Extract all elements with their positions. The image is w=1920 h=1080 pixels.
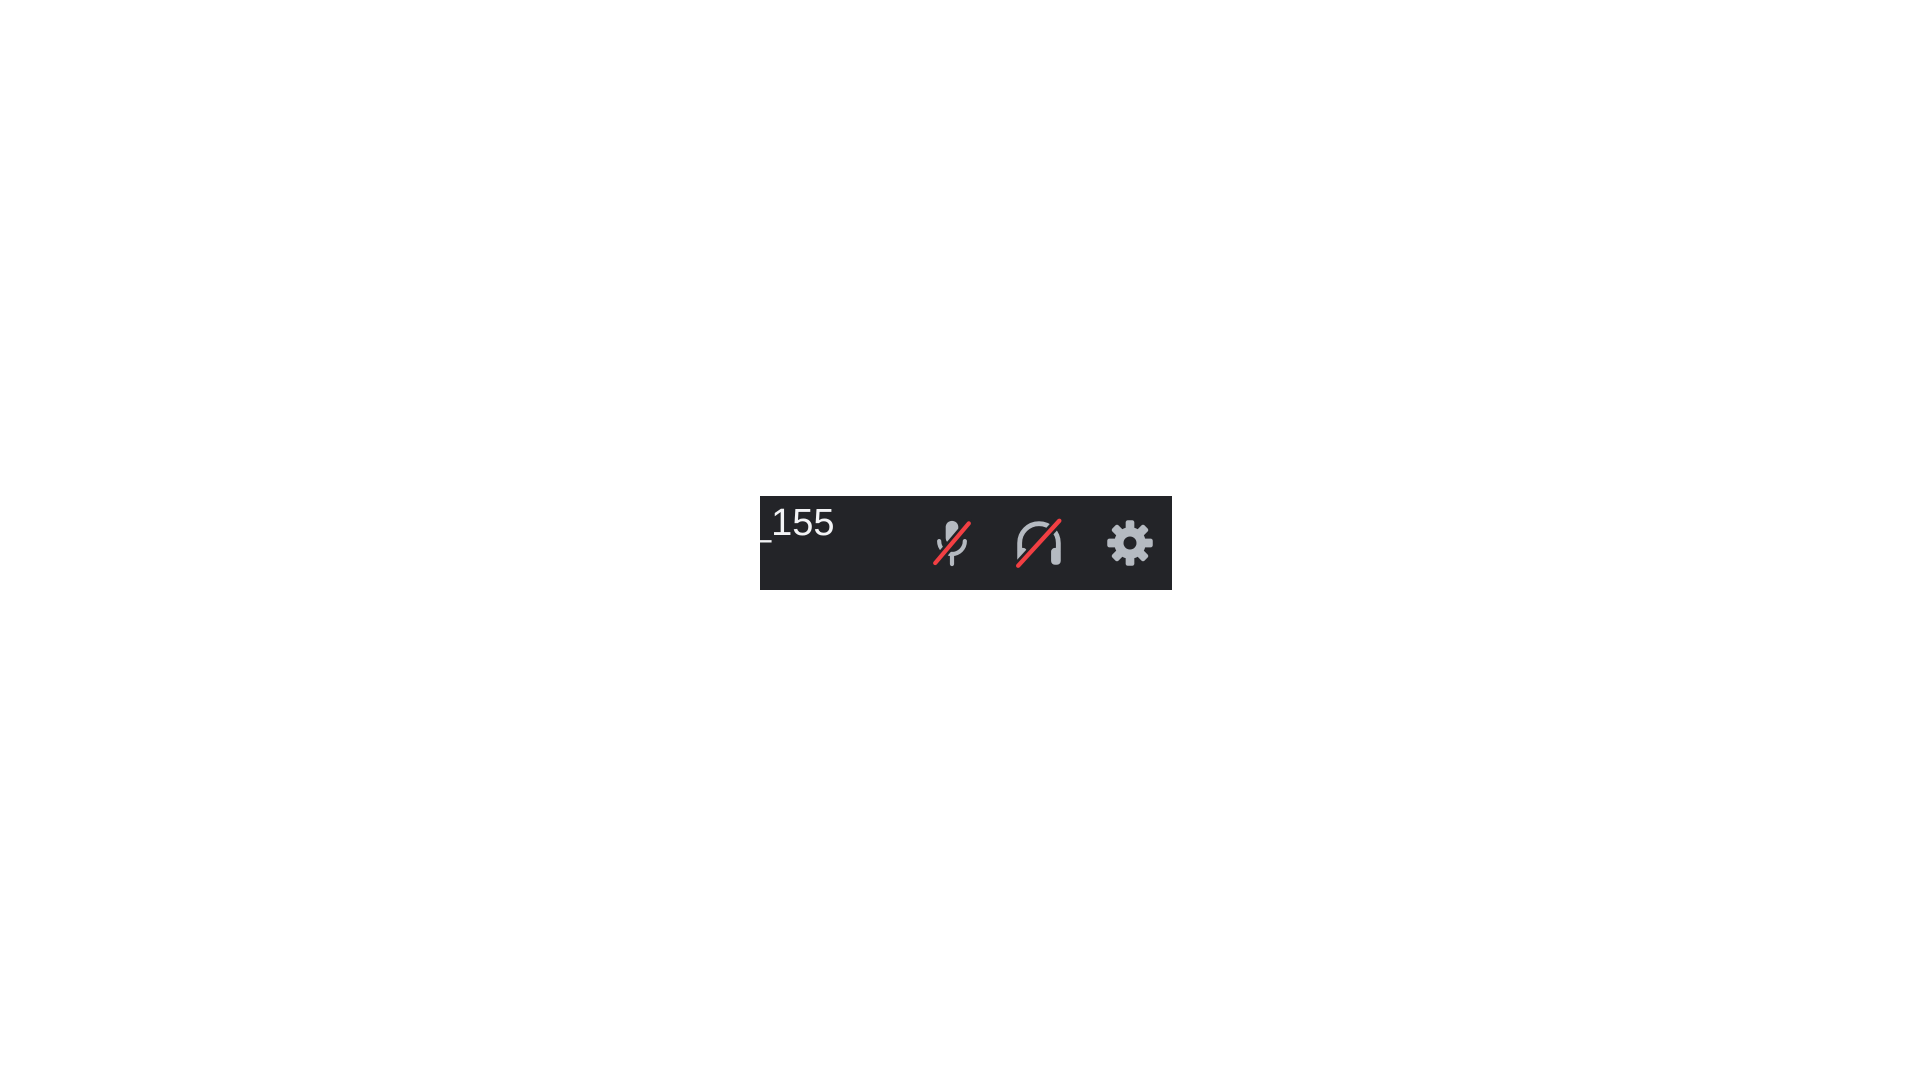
username-area[interactable]: _155 — [760, 496, 920, 590]
gear-icon — [1104, 517, 1156, 569]
deafen-button[interactable] — [1007, 511, 1071, 575]
microphone-muted-icon — [924, 515, 980, 571]
username: _155 — [760, 502, 835, 544]
settings-button[interactable] — [1098, 511, 1162, 575]
user-panel: _155 — [760, 496, 1172, 590]
mute-button[interactable] — [920, 511, 984, 575]
headphones-deafened-icon — [1010, 514, 1068, 572]
